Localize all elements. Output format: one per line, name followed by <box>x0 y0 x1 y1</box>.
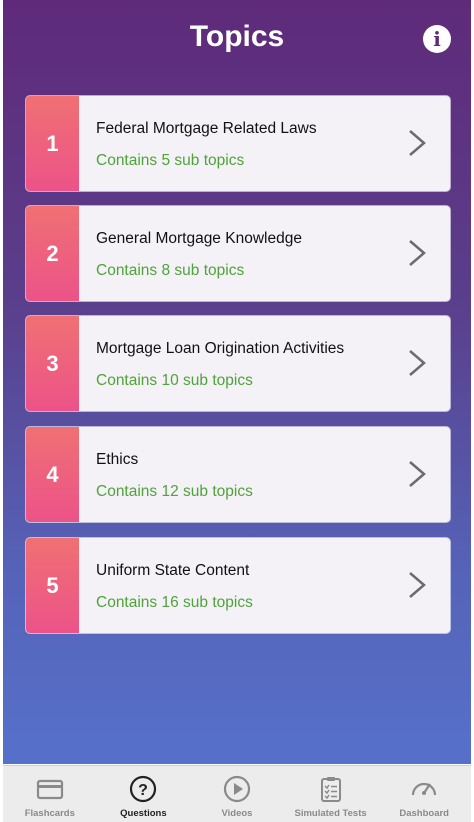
topic-subtopic-count: Contains 10 sub topics <box>96 372 253 389</box>
topic-number: 4 <box>26 427 79 522</box>
tab-label: Dashboard <box>399 808 449 819</box>
question-icon: ? <box>130 775 157 803</box>
clipboard-icon <box>320 777 341 802</box>
card-icon <box>36 779 63 800</box>
topic-name: Mortgage Loan Origination Activities <box>96 340 345 357</box>
topic-name: Uniform State Content <box>96 562 250 579</box>
header: Topics i <box>3 0 471 78</box>
topic-subtopic-count: Contains 5 sub topics <box>96 152 245 169</box>
gauge-icon <box>412 782 437 796</box>
tab-label: Questions <box>120 808 167 819</box>
topic-name: Ethics <box>96 451 139 468</box>
chevron-right-icon <box>409 350 426 376</box>
tab-flashcards[interactable]: Flashcards <box>3 766 97 822</box>
topic-card-5[interactable]: 5 Uniform State Content Contains 16 sub … <box>26 538 450 633</box>
tab-label: Videos <box>221 808 253 819</box>
page-title: Topics <box>189 20 285 53</box>
tab-simulated-tests[interactable]: Simulated Tests <box>284 766 378 822</box>
tab-label: Flashcards <box>24 808 75 819</box>
topic-number: 5 <box>26 538 79 633</box>
topic-name: General Mortgage Knowledge <box>96 230 302 247</box>
topics-screen: Topics i 1 Federal Mortgage Related Laws… <box>3 0 471 764</box>
bottom-tab-bar: Flashcards ? Questions Videos Simulated … <box>3 765 471 822</box>
topic-number: 1 <box>26 96 79 191</box>
tab-dashboard[interactable]: Dashboard <box>377 766 471 822</box>
tab-videos[interactable]: Videos <box>190 766 284 822</box>
tab-questions[interactable]: ? Questions <box>97 766 191 822</box>
chevron-right-icon <box>409 572 426 598</box>
chevron-right-icon <box>409 240 426 266</box>
topic-card-4[interactable]: 4 Ethics Contains 12 sub topics <box>26 427 450 522</box>
svg-text:?: ? <box>139 782 149 799</box>
topic-subtopic-count: Contains 12 sub topics <box>96 483 253 500</box>
topic-card-1[interactable]: 1 Federal Mortgage Related Laws Contains… <box>26 96 450 191</box>
info-icon[interactable]: i <box>423 25 451 53</box>
topic-card-2[interactable]: 2 General Mortgage Knowledge Contains 8 … <box>26 206 450 301</box>
play-icon <box>223 775 251 803</box>
chevron-right-icon <box>409 130 426 156</box>
topic-card-3[interactable]: 3 Mortgage Loan Origination Activities C… <box>26 316 450 411</box>
chevron-right-icon <box>409 461 426 487</box>
tab-label: Simulated Tests <box>294 808 367 819</box>
topic-subtopic-count: Contains 16 sub topics <box>96 594 253 611</box>
topic-number: 2 <box>26 206 79 301</box>
topic-name: Federal Mortgage Related Laws <box>96 120 317 137</box>
topic-subtopic-count: Contains 8 sub topics <box>96 262 245 279</box>
topic-number: 3 <box>26 316 79 411</box>
